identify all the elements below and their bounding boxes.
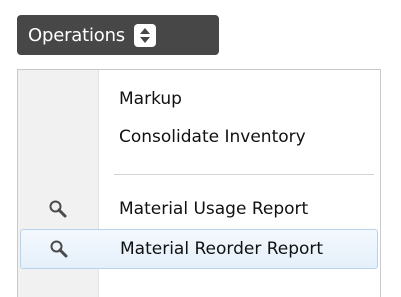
menu-item-label: Markup [119,89,182,109]
menu-item-material-reorder-report[interactable]: Material Reorder Report [20,229,378,269]
operations-button-label: Operations [28,24,125,46]
menu-separator [114,174,374,175]
menu-item-label: Material Usage Report [119,199,309,219]
operations-menu: Markup Consolidate Inventory Material Us… [17,69,381,297]
updown-spinner-icon [133,23,156,47]
menu-item-label: Material Reorder Report [120,239,324,259]
menu-item-markup[interactable]: Markup [18,80,380,118]
menu-item-consolidate-inventory[interactable]: Consolidate Inventory [18,118,380,156]
menu-item-label: Consolidate Inventory [119,127,306,147]
operations-dropdown-button[interactable]: Operations [17,15,219,55]
magnifier-icon [50,240,68,258]
magnifier-icon [49,200,67,218]
menu-item-material-usage-report[interactable]: Material Usage Report [18,190,380,228]
